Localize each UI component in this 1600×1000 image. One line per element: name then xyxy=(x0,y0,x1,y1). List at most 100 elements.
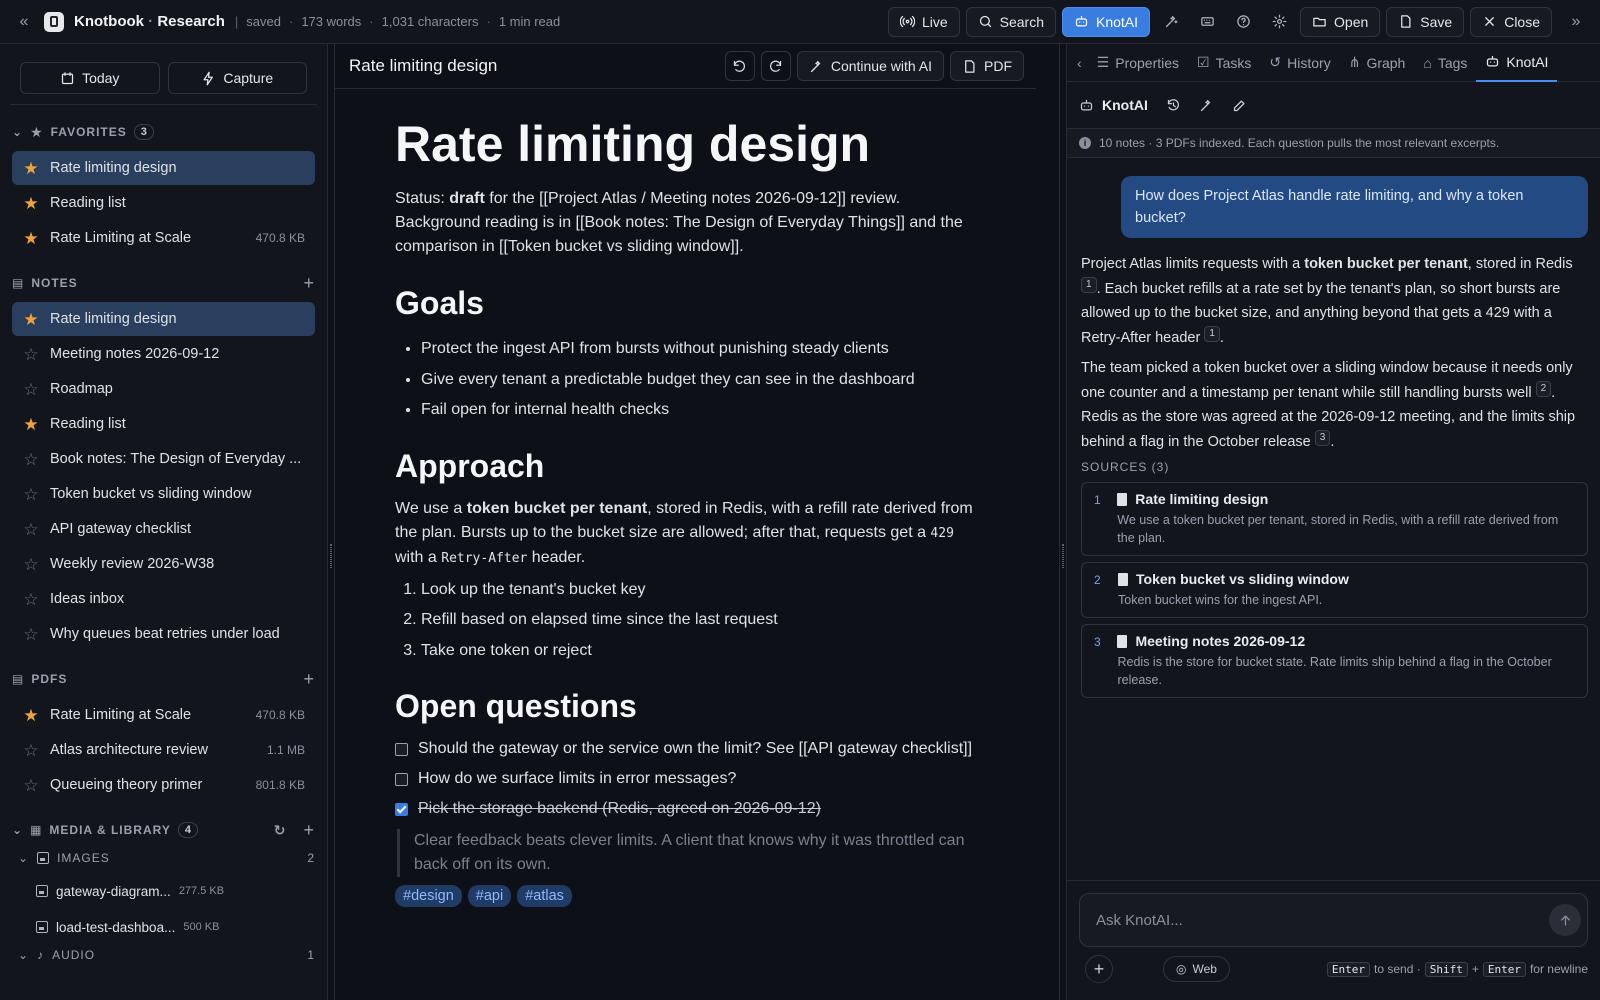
pdf-item[interactable]: ☆ Queueing theory primer 801.8 KB xyxy=(12,768,315,802)
source-card[interactable]: 3 Meeting notes 2026-09-12 Redis is the s… xyxy=(1081,624,1588,698)
sidebar-resize-handle[interactable] xyxy=(327,44,335,1000)
star-icon[interactable]: ★ xyxy=(22,416,40,433)
search-icon xyxy=(979,15,991,28)
chevron-down-icon[interactable]: ⌄ xyxy=(12,125,23,139)
note-item[interactable]: ☆ API gateway checklist xyxy=(12,512,315,546)
note-item[interactable]: ★ Rate limiting design xyxy=(12,302,315,336)
continue-with-ai-button[interactable]: Continue with AI xyxy=(796,51,944,81)
citation-badge[interactable]: 3 xyxy=(1314,429,1331,446)
task-checkbox[interactable] xyxy=(395,743,408,756)
magic-wand-icon[interactable] xyxy=(1199,98,1214,113)
gear-icon[interactable] xyxy=(1264,7,1294,37)
add-attachment-button[interactable]: + xyxy=(1085,955,1113,983)
tag-chip[interactable]: #api xyxy=(467,885,512,907)
note-item[interactable]: ☆ Roadmap xyxy=(12,372,315,406)
capture-button[interactable]: Capture xyxy=(167,62,307,94)
star-icon[interactable]: ★ xyxy=(22,230,40,247)
favorite-item[interactable]: ★ Rate Limiting at Scale 470.8 KB xyxy=(12,221,315,255)
citation-badge[interactable]: 2 xyxy=(1535,380,1552,397)
save-button[interactable]: Save xyxy=(1386,6,1465,37)
star-icon[interactable]: ★ xyxy=(22,160,40,177)
favorites-section-header[interactable]: ⌄ ★ FAVORITES 3 xyxy=(12,119,315,145)
notes-section-header[interactable]: ▤ NOTES + xyxy=(12,270,315,296)
knotai-button[interactable]: KnotAI xyxy=(1062,6,1151,37)
note-item[interactable]: ★ Reading list xyxy=(12,407,315,441)
add-media-button[interactable]: + xyxy=(303,820,315,841)
web-toggle[interactable]: ◎ Web xyxy=(1163,956,1230,982)
ask-input[interactable] xyxy=(1096,911,1549,929)
note-item[interactable]: ☆ Ideas inbox xyxy=(12,582,315,616)
star-outline-icon[interactable]: ☆ xyxy=(22,451,40,468)
citation-badge[interactable]: 1 xyxy=(1204,325,1220,342)
tab-tasks[interactable]: ☑ Tasks xyxy=(1188,44,1260,82)
source-card[interactable]: 2 Token bucket vs sliding window Token bu… xyxy=(1081,562,1588,618)
source-card[interactable]: 1 Rate limiting design We use a token buc… xyxy=(1081,482,1588,556)
pdf-item[interactable]: ☆ Atlas architecture review 1.1 MB xyxy=(12,733,315,767)
chevron-down-icon[interactable]: ⌄ xyxy=(12,823,23,837)
pdf-item[interactable]: ★ Rate Limiting at Scale 470.8 KB xyxy=(12,698,315,732)
star-outline-icon[interactable]: ☆ xyxy=(22,486,40,503)
assistant-answer-paragraph: Project Atlas limits requests with a tok… xyxy=(1081,256,1573,346)
note-item[interactable]: ☆ Meeting notes 2026-09-12 xyxy=(12,337,315,371)
star-outline-icon[interactable]: ☆ xyxy=(22,777,40,794)
close-button[interactable]: Close xyxy=(1470,6,1552,37)
collapse-sidebar-icon[interactable]: « xyxy=(14,13,34,31)
send-button[interactable] xyxy=(1549,904,1581,936)
history-icon[interactable] xyxy=(1166,98,1181,113)
pdfs-section-header[interactable]: ▤ PDFS + xyxy=(12,666,315,692)
list-icon: ☰ xyxy=(1096,54,1110,70)
star-outline-icon[interactable]: ☆ xyxy=(22,742,40,759)
star-outline-icon[interactable]: ☆ xyxy=(22,591,40,608)
help-icon[interactable] xyxy=(1228,7,1258,37)
right-panel: ‹ ☰ Properties ☑ Tasks ↺ History ⋔ Graph ⌂ Ta… xyxy=(1067,44,1600,1000)
images-subsection-header[interactable]: ⌄ IMAGES 2 xyxy=(18,843,315,873)
add-pdf-button[interactable]: + xyxy=(303,669,315,690)
star-outline-icon[interactable]: ☆ xyxy=(22,346,40,363)
note-item[interactable]: ☆ Token bucket vs sliding window xyxy=(12,477,315,511)
edit-icon[interactable] xyxy=(1232,98,1247,113)
chevron-down-icon[interactable]: ⌄ xyxy=(18,851,29,865)
tab-graph[interactable]: ⋔ Graph xyxy=(1340,44,1415,82)
image-item[interactable]: gateway-diagram... 277.5 KB xyxy=(36,873,327,909)
note-item[interactable]: ☆ Book notes: The Design of Everyday ... xyxy=(12,442,315,476)
refresh-icon[interactable]: ↻ xyxy=(274,822,287,839)
search-button[interactable]: Search xyxy=(965,6,1056,37)
task-checkbox[interactable] xyxy=(395,773,408,786)
tag-chip[interactable]: #design xyxy=(395,885,462,907)
pdf-export-button[interactable]: PDF xyxy=(950,51,1024,81)
collapse-right-panel-icon[interactable]: » xyxy=(1566,13,1586,31)
star-outline-icon[interactable]: ☆ xyxy=(22,556,40,573)
document-body[interactable]: Rate limiting design Status: draft for t… xyxy=(335,89,1036,907)
note-item[interactable]: ☆ Weekly review 2026-W38 xyxy=(12,547,315,581)
media-section-header[interactable]: ⌄ ▦ MEDIA & LIBRARY 4 ↻ + xyxy=(12,817,315,843)
star-icon[interactable]: ★ xyxy=(22,311,40,328)
tab-tags[interactable]: ⌂ Tags xyxy=(1414,44,1476,82)
citation-badge[interactable]: 1 xyxy=(1081,276,1097,293)
star-icon[interactable]: ★ xyxy=(22,707,40,724)
star-icon[interactable]: ★ xyxy=(22,195,40,212)
star-outline-icon[interactable]: ☆ xyxy=(22,626,40,643)
task-checkbox[interactable] xyxy=(395,803,408,816)
favorite-item[interactable]: ★ Reading list xyxy=(12,186,315,220)
keyboard-icon[interactable] xyxy=(1192,7,1222,37)
redo-button[interactable] xyxy=(760,51,791,81)
right-panel-resize-handle[interactable] xyxy=(1059,44,1067,1000)
chevron-down-icon[interactable]: ⌄ xyxy=(18,948,29,962)
chevron-left-icon[interactable]: ‹ xyxy=(1067,55,1088,71)
star-outline-icon[interactable]: ☆ xyxy=(22,381,40,398)
tab-history[interactable]: ↺ History xyxy=(1260,44,1339,82)
today-button[interactable]: Today xyxy=(20,62,160,94)
undo-button[interactable] xyxy=(724,51,755,81)
live-button[interactable]: Live xyxy=(887,6,960,37)
note-item[interactable]: ☆ Why queues beat retries under load xyxy=(12,617,315,651)
image-item[interactable]: load-test-dashboa... 500 KB xyxy=(36,909,327,945)
magic-wand-icon[interactable] xyxy=(1156,7,1186,37)
tab-knotai[interactable]: KnotAI xyxy=(1476,44,1558,82)
audio-subsection-header[interactable]: ⌄ ♪ AUDIO 1 xyxy=(18,945,315,965)
open-button[interactable]: Open xyxy=(1300,6,1381,37)
star-outline-icon[interactable]: ☆ xyxy=(22,521,40,538)
tab-properties[interactable]: ☰ Properties xyxy=(1088,44,1188,82)
add-note-button[interactable]: + xyxy=(303,273,315,294)
favorite-item[interactable]: ★ Rate limiting design xyxy=(12,151,315,185)
tag-chip[interactable]: #atlas xyxy=(517,885,572,907)
